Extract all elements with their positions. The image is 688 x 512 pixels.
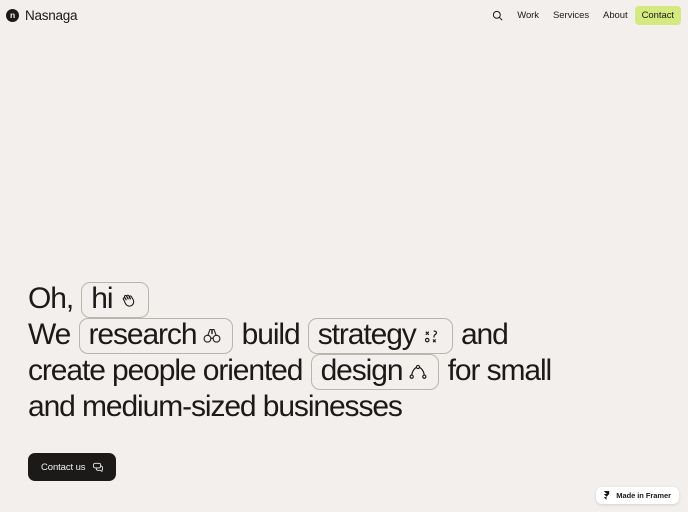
brand-name: Nasnaga (25, 7, 78, 23)
headline-text-oh: Oh, (28, 282, 81, 315)
pill-strategy: strategy (307, 318, 453, 354)
headline-line-1: Oh, hi (28, 282, 498, 318)
waving-hand-icon (117, 289, 139, 311)
headline-line-3: create people oriented design for small (28, 354, 552, 390)
contact-us-button[interactable]: Contact us (28, 453, 117, 481)
pill-hi: hi (81, 282, 150, 318)
pill-design-label: design (320, 354, 404, 387)
headline-text-create: create people oriented (28, 354, 310, 387)
framer-logo-icon (602, 491, 611, 500)
main-navigation: Work Services About Contact (486, 4, 681, 26)
pill-hi-label: hi (91, 282, 113, 315)
pill-design: design (310, 354, 440, 390)
strategy-playbook-icon (421, 325, 443, 347)
binoculars-icon (201, 325, 223, 347)
brand-mark-icon: n (6, 8, 19, 22)
chat-bubbles-icon (92, 461, 104, 473)
nav-item-contact[interactable]: Contact (634, 5, 681, 25)
pill-research: research (78, 318, 234, 354)
pill-strategy-label: strategy (317, 318, 417, 351)
nav-item-work[interactable]: Work (510, 6, 546, 25)
headline-line-4: and medium-sized businesses (28, 390, 403, 423)
hero-section: Oh, hi We research build strategy and cr… (28, 282, 552, 423)
headline-line-2: We research build strategy and (28, 318, 509, 354)
bezier-curve-icon (407, 361, 429, 383)
site-header: n Nasnaga Work Services About Contact (0, 0, 688, 30)
landing-page: n Nasnaga Work Services About Contact Oh… (0, 0, 688, 512)
nav-item-about[interactable]: About (596, 6, 635, 25)
contact-us-label: Contact us (41, 461, 86, 473)
headline-text-build: build (234, 318, 307, 351)
pill-research-label: research (88, 318, 198, 351)
headline-text-we: We (28, 318, 78, 351)
brand-logo[interactable]: n Nasnaga (6, 7, 78, 23)
nav-item-services[interactable]: Services (546, 6, 596, 25)
headline-text-and: and (453, 318, 509, 351)
made-in-framer-badge[interactable]: Made in Framer (596, 487, 679, 504)
headline-text-forsmall: for small (440, 354, 553, 387)
search-icon[interactable] (486, 4, 508, 26)
page-title: Oh, hi We research build strategy and cr… (28, 282, 552, 423)
made-in-framer-label: Made in Framer (616, 491, 671, 500)
